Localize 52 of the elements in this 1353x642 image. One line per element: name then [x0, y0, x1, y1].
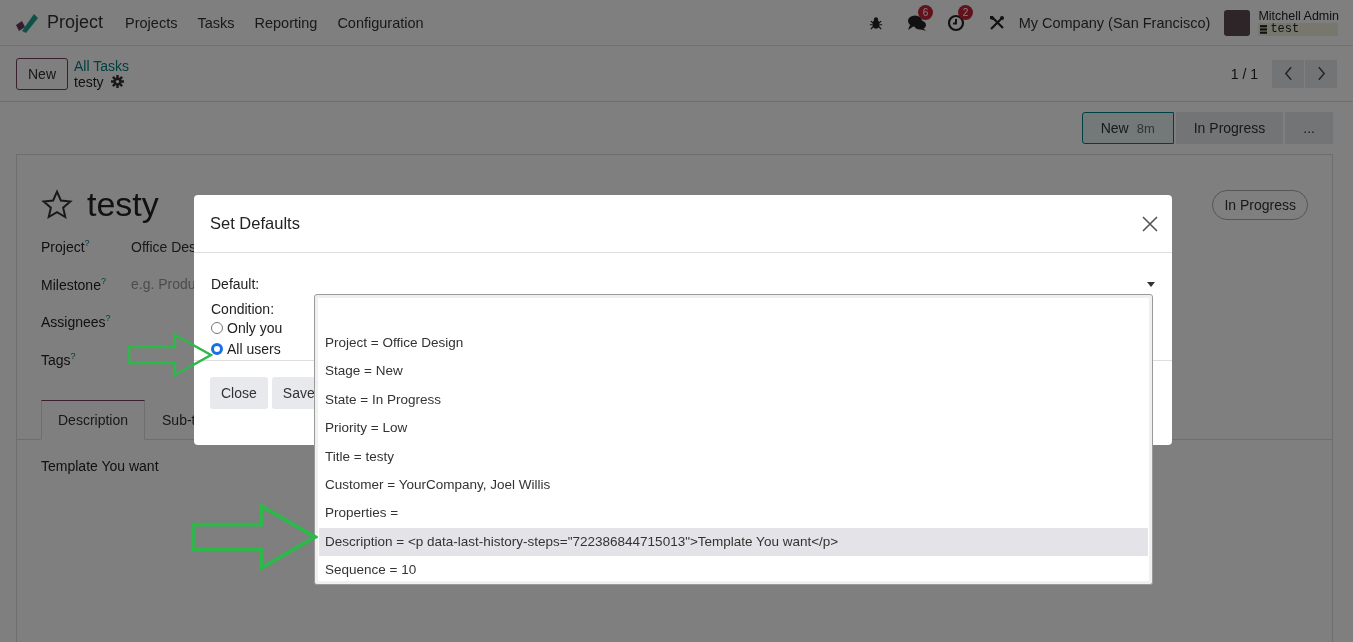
star-icon[interactable] — [41, 188, 73, 221]
stage-duration: 8m — [1136, 121, 1155, 136]
next-button[interactable] — [1305, 59, 1337, 88]
close-icon — [1142, 215, 1158, 232]
gear-icon[interactable] — [110, 75, 124, 88]
user-name[interactable]: Mitchell Admin — [1258, 9, 1339, 23]
record-title: testy — [87, 185, 159, 224]
notification-count: 6 — [917, 4, 934, 20]
dialog-button[interactable]: Close — [210, 377, 268, 409]
field-label: Tags$^{?}$ — [41, 350, 77, 368]
dropdown-option[interactable]: Description = <p data-last-history-steps="722386844715013">Template You want</p> — [319, 527, 1148, 557]
tools-icon[interactable] — [988, 14, 1005, 31]
new-button[interactable]: New — [16, 57, 68, 90]
menu-item[interactable]: Tasks — [187, 14, 245, 31]
pager-value: 1 / 1 — [1230, 65, 1258, 82]
field-label: Milestone$^{?}$ — [41, 275, 107, 293]
radio-label[interactable]: All users — [227, 340, 281, 357]
caret-icon[interactable] — [1147, 281, 1155, 287]
avatar[interactable] — [1224, 9, 1251, 36]
previous-button[interactable] — [1272, 59, 1304, 88]
tab[interactable]: Description — [41, 400, 146, 440]
radio-label[interactable]: Only you — [227, 319, 283, 336]
notification-count: 2 — [957, 4, 974, 20]
chevron-right-icon — [1316, 66, 1326, 81]
stage-button[interactable]: In Progress — [1175, 112, 1284, 144]
stage-button[interactable]: ... — [1285, 112, 1333, 144]
dialog-title: Set Defaults — [210, 214, 300, 233]
database-name: test — [1270, 22, 1300, 36]
record-name: testy — [74, 73, 104, 90]
breadcrumb-link[interactable]: All Tasks — [74, 57, 129, 74]
dropdown-option[interactable]: Priority = Low — [319, 414, 1148, 443]
dropdown-option[interactable]: Customer = YourCompany, Joel Willis — [319, 470, 1148, 500]
stage-button[interactable]: New 8m — [1081, 112, 1174, 144]
menu-item[interactable]: Projects — [115, 14, 188, 31]
checkmark-logo-icon[interactable] — [14, 12, 38, 33]
bug-icon[interactable] — [868, 15, 883, 30]
field-label: Condition: — [211, 301, 276, 317]
dropdown-option[interactable]: Sequence = 10 — [319, 556, 1148, 585]
dropdown-option[interactable]: Properties = — [319, 499, 1148, 528]
menu-item[interactable]: Reporting — [244, 14, 328, 31]
dropdown-option[interactable]: Title = testy — [319, 442, 1148, 471]
field-label: Project$^{?}$ — [41, 238, 91, 256]
menu-item[interactable]: Configuration — [327, 14, 434, 31]
chevron-left-icon — [1283, 66, 1293, 81]
company-switcher[interactable]: My Company (San Francisco) — [1018, 14, 1211, 31]
radio-button[interactable] — [211, 342, 223, 355]
app-name[interactable]: Project — [47, 12, 104, 33]
database-icon — [1260, 24, 1268, 34]
field-label: Assignees$^{?}$ — [41, 313, 112, 331]
clock-icon[interactable] — [946, 13, 965, 32]
close-button[interactable] — [1142, 215, 1158, 232]
dropdown-option[interactable]: Project = Office Design — [319, 329, 1148, 358]
